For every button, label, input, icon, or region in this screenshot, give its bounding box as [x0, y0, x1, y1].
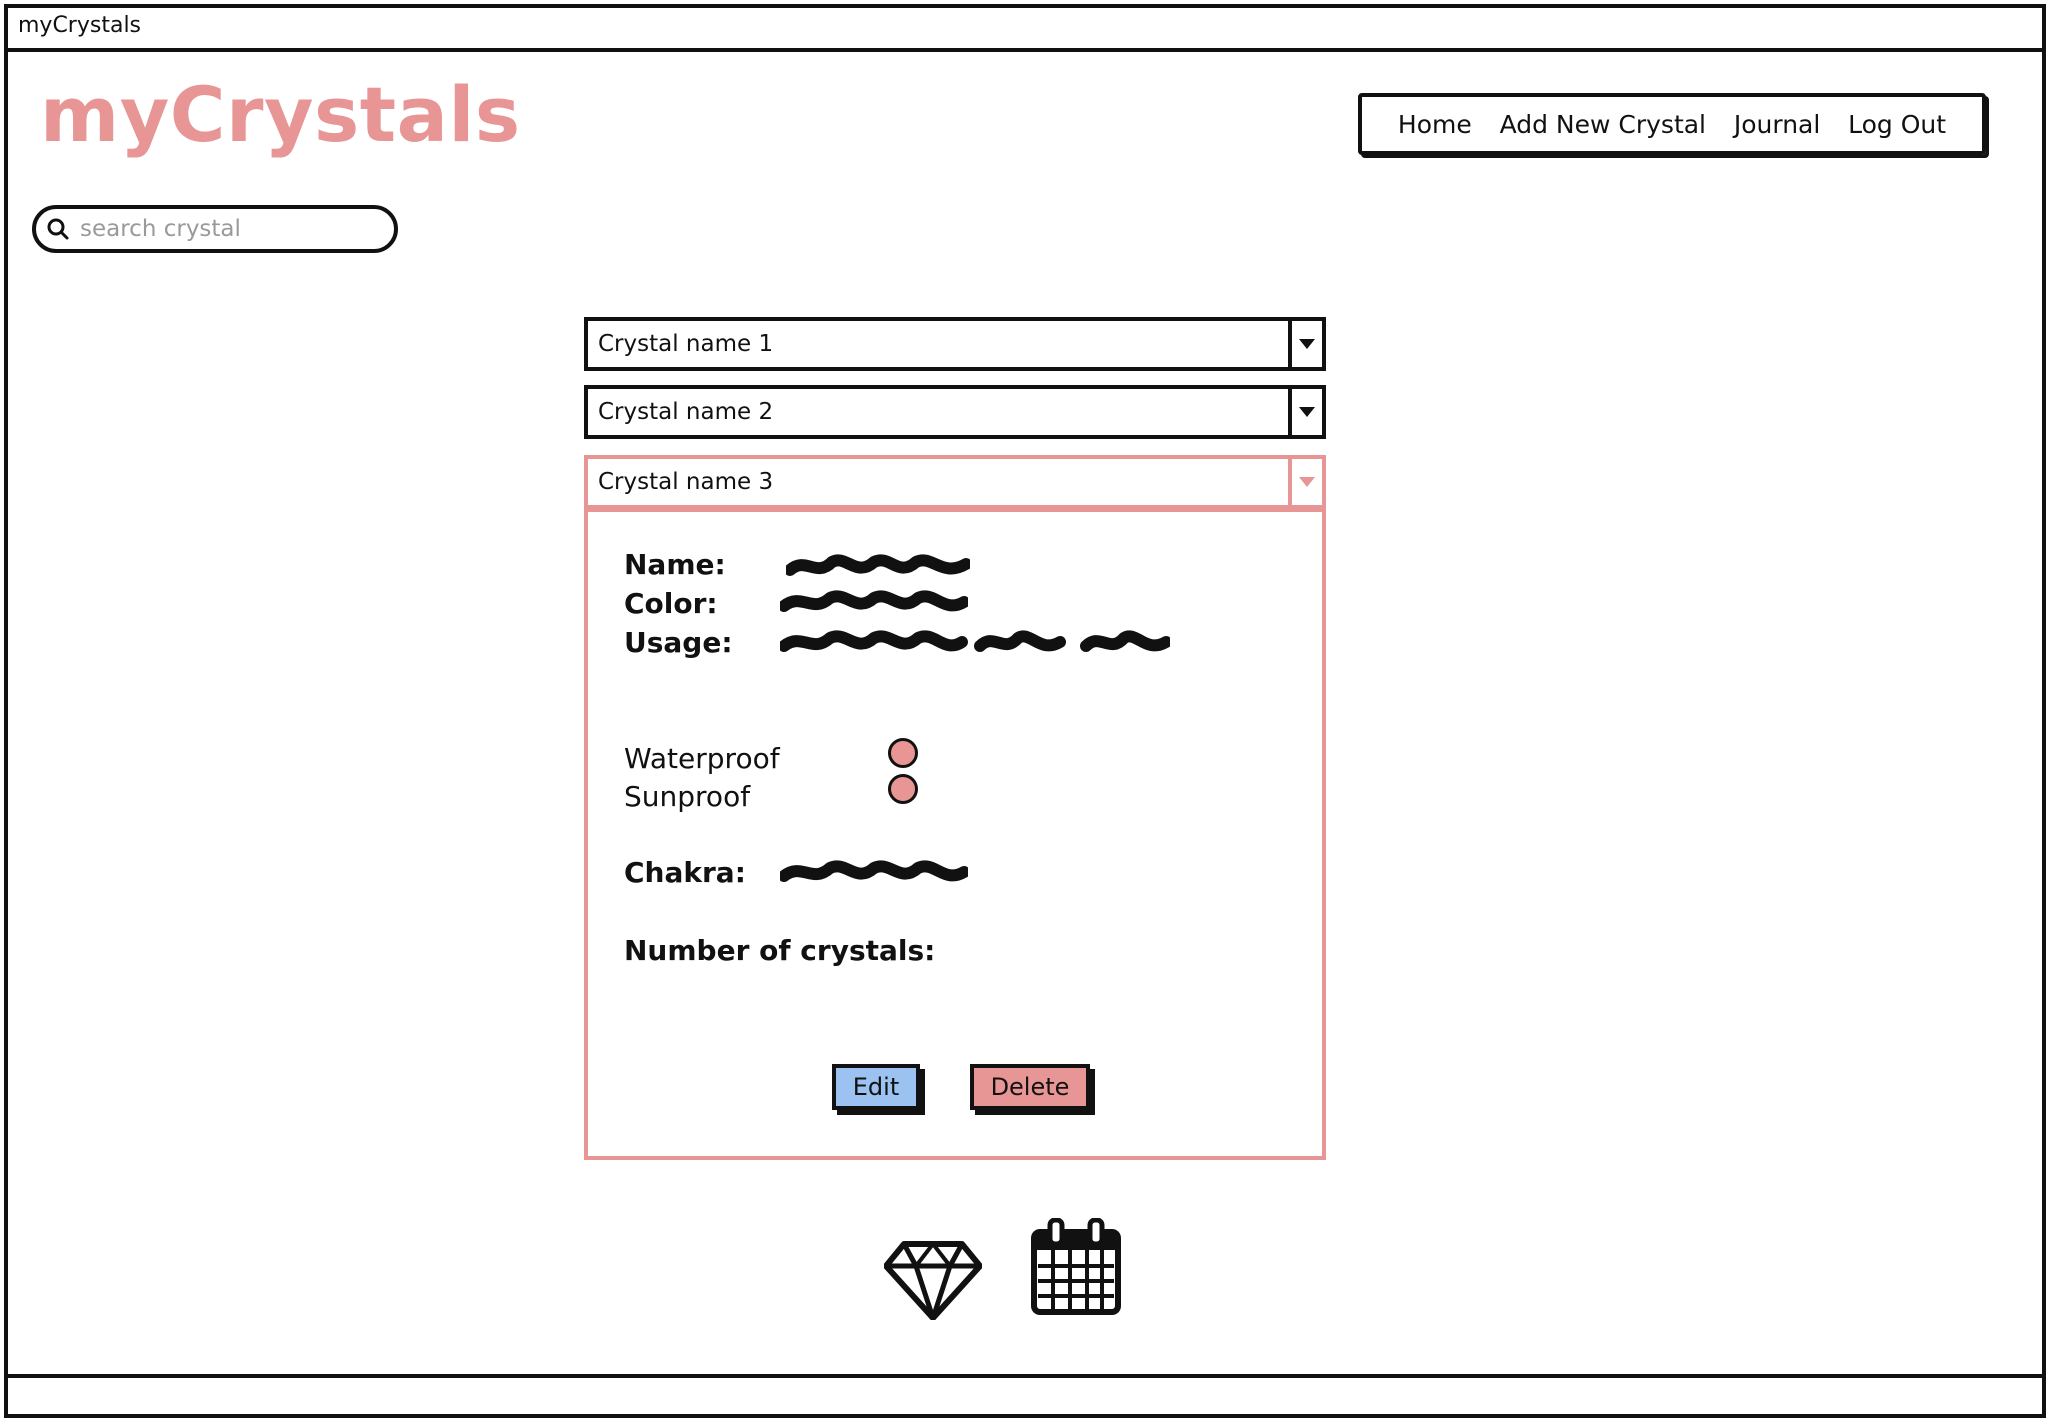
nav-add-new-crystal[interactable]: Add New Crystal: [1500, 110, 1706, 139]
edit-button[interactable]: Edit: [832, 1064, 920, 1110]
window-titlebar: myCrystals: [4, 4, 2046, 52]
sunproof-label: Sunproof: [624, 780, 751, 813]
search-icon: [47, 218, 69, 240]
diamond-icon[interactable]: [884, 1240, 982, 1320]
crystal-detail-panel: Name: Color: Usage: Waterproof Sunproof …: [584, 508, 1326, 1160]
app-logo: myCrystals: [40, 70, 521, 159]
usage-label: Usage:: [624, 626, 733, 659]
chevron-down-icon[interactable]: [1288, 459, 1322, 505]
crystal-dropdown-label: Crystal name 3: [598, 469, 774, 495]
crystal-dropdown-1[interactable]: Crystal name 1: [584, 317, 1326, 371]
waterproof-indicator[interactable]: [888, 738, 918, 768]
main-nav: Home Add New Crystal Journal Log Out: [1358, 93, 1986, 155]
chevron-down-icon[interactable]: [1288, 321, 1322, 367]
nav-journal[interactable]: Journal: [1734, 110, 1820, 139]
crystal-dropdown-3[interactable]: Crystal name 3: [584, 455, 1326, 509]
redacted-color-value: [780, 590, 968, 612]
delete-button[interactable]: Delete: [970, 1064, 1090, 1110]
search-input[interactable]: [78, 215, 362, 243]
chakra-label: Chakra:: [624, 856, 746, 889]
waterproof-label: Waterproof: [624, 742, 780, 775]
crystal-dropdown-label: Crystal name 1: [598, 331, 774, 357]
window-title: myCrystals: [18, 13, 142, 38]
crystal-dropdown-label: Crystal name 2: [598, 399, 774, 425]
sunproof-indicator[interactable]: [888, 774, 918, 804]
chevron-down-icon[interactable]: [1288, 389, 1322, 435]
redacted-chakra-value: [780, 860, 968, 882]
window-footer: [4, 1374, 2046, 1418]
calendar-icon[interactable]: [1030, 1218, 1122, 1316]
number-of-crystals-label: Number of crystals:: [624, 934, 936, 967]
color-label: Color:: [624, 587, 718, 620]
nav-log-out[interactable]: Log Out: [1848, 110, 1946, 139]
crystal-dropdown-2[interactable]: Crystal name 2: [584, 385, 1326, 439]
name-label: Name:: [624, 548, 726, 581]
redacted-usage-value: [780, 630, 1170, 652]
search-box: [32, 205, 398, 253]
nav-home[interactable]: Home: [1398, 110, 1472, 139]
redacted-name-value: [786, 554, 970, 576]
